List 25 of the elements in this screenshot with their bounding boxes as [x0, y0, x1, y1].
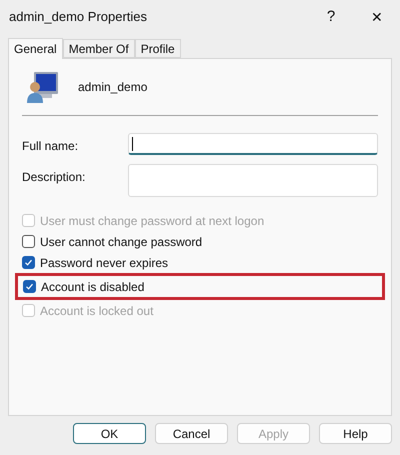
- checkbox-label: User must change password at next logon: [40, 212, 264, 230]
- checkbox[interactable]: [22, 235, 35, 248]
- checkbox-label: Account is locked out: [40, 302, 154, 320]
- text-field[interactable]: [128, 133, 378, 155]
- text-field[interactable]: [128, 164, 378, 197]
- dialog-button[interactable]: Cancel: [155, 423, 228, 444]
- tab[interactable]: Profile: [134, 39, 181, 58]
- field-label: Full name:: [22, 138, 80, 155]
- dialog-button[interactable]: Help: [319, 423, 392, 444]
- checkmark-icon: [24, 258, 33, 267]
- close-button[interactable]: ✕: [354, 1, 400, 33]
- checkbox-label: Account is disabled: [41, 278, 144, 296]
- checkbox-label: User cannot change password: [40, 234, 202, 250]
- window-title: admin_demo Properties: [9, 8, 148, 26]
- tab[interactable]: General: [8, 38, 63, 59]
- user-name: admin_demo: [78, 79, 148, 96]
- checkmark-icon: [25, 282, 34, 291]
- checkbox-label: Password never expires: [40, 254, 168, 272]
- tab[interactable]: Member Of: [62, 39, 135, 58]
- checkbox[interactable]: [23, 280, 36, 293]
- field-label: Description:: [22, 169, 86, 186]
- checkbox[interactable]: [22, 256, 35, 269]
- user-computer-icon: [26, 70, 60, 104]
- help-button[interactable]: ?: [308, 1, 354, 33]
- dialog-button[interactable]: OK: [73, 423, 146, 444]
